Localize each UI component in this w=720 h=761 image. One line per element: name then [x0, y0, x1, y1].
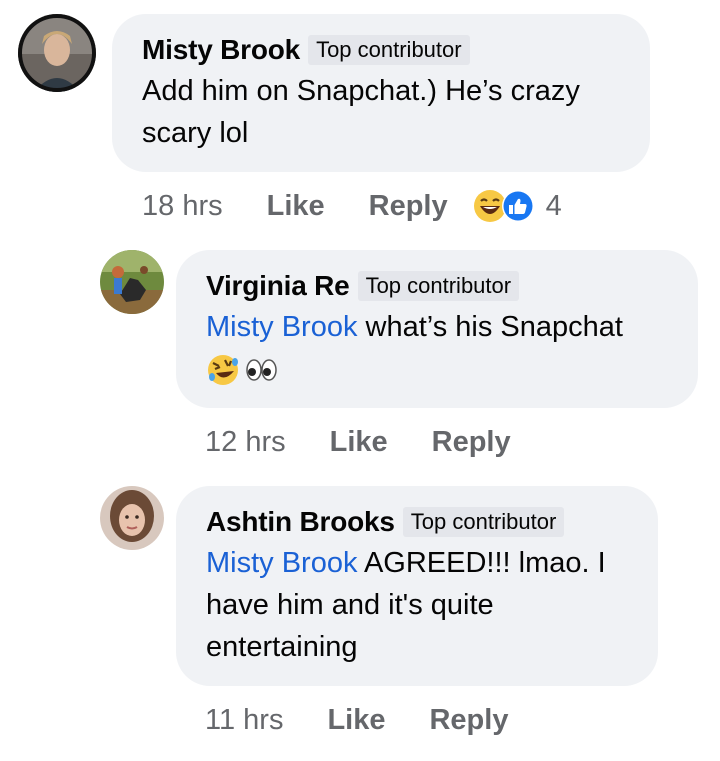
author-name[interactable]: Ashtin Brooks	[206, 506, 395, 538]
comment-bubble: Ashtin Brooks Top contributor Misty Broo…	[176, 486, 658, 686]
timestamp[interactable]: 12 hrs	[205, 426, 286, 459]
reply-button[interactable]: Reply	[429, 704, 508, 737]
comment-text: Misty Brook what’s his Snapchat	[206, 306, 670, 348]
comment-bubble: Virginia Re Top contributor Misty Brook …	[176, 250, 698, 408]
profile-photo-icon	[100, 486, 164, 550]
like-button[interactable]: Like	[330, 426, 388, 459]
mention-link[interactable]: Misty Brook	[206, 311, 357, 343]
like-thumb-icon	[501, 190, 534, 222]
comment-body: what’s his Snapchat	[365, 311, 623, 343]
comment-text: Add him on Snapchat.) He’s crazy scary l…	[142, 75, 580, 149]
laughing-emoji-icon	[473, 190, 506, 222]
mention-link[interactable]: Misty Brook	[206, 547, 357, 579]
top-contributor-badge: Top contributor	[308, 35, 470, 65]
comment-actions: 11 hrs Like Reply	[205, 700, 508, 740]
reply-button[interactable]: Reply	[432, 426, 511, 459]
avatar[interactable]	[100, 250, 164, 314]
emoji-group	[208, 355, 277, 386]
like-button[interactable]: Like	[327, 704, 385, 737]
eyes-emoji-icon	[246, 359, 277, 382]
avatar[interactable]	[100, 486, 164, 550]
like-button[interactable]: Like	[267, 190, 325, 223]
top-contributor-badge: Top contributor	[402, 507, 565, 537]
top-contributor-badge: Top contributor	[357, 271, 520, 301]
comment-actions: 18 hrs Like Reply 4	[142, 186, 562, 226]
reaction-icons	[473, 190, 534, 222]
reaction-summary[interactable]: 4	[472, 188, 562, 224]
reaction-count: 4	[545, 189, 562, 222]
comment-bubble: Misty Brook Top contributor Add him on S…	[112, 14, 650, 172]
avatar[interactable]	[18, 14, 96, 92]
author-name[interactable]: Virginia Re	[206, 270, 350, 302]
timestamp[interactable]: 11 hrs	[205, 704, 283, 737]
timestamp[interactable]: 18 hrs	[142, 190, 223, 223]
comment-text: Misty Brook AGREED!!! lmao. I have him a…	[206, 542, 636, 668]
profile-photo-icon	[100, 250, 164, 314]
comment-actions: 12 hrs Like Reply	[205, 422, 511, 462]
author-name[interactable]: Misty Brook	[142, 34, 300, 66]
emoji-line	[206, 348, 670, 390]
reply-button[interactable]: Reply	[369, 190, 448, 223]
profile-photo-icon	[18, 14, 96, 92]
rolling-laughing-emoji-icon	[208, 355, 238, 386]
